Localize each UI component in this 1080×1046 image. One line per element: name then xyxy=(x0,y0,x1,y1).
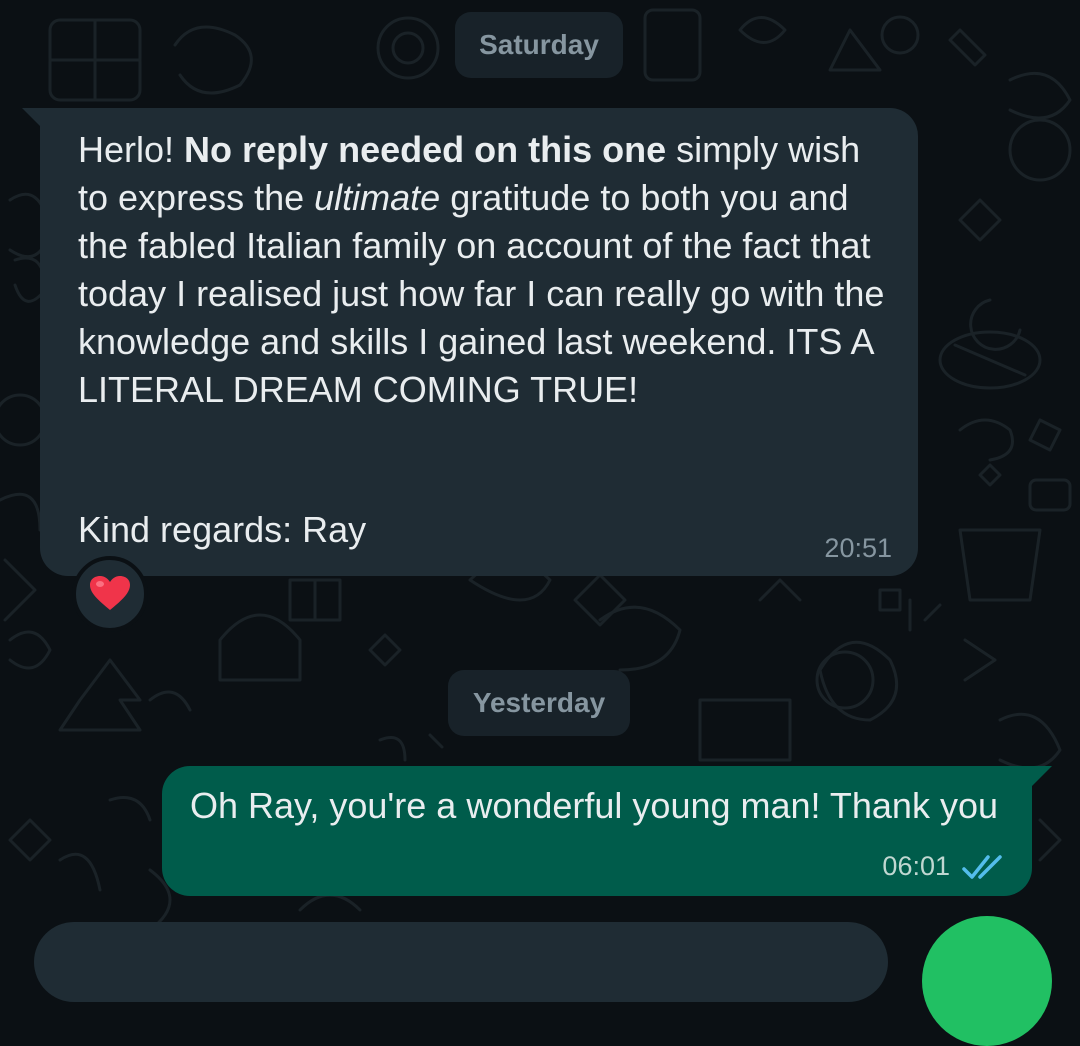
greeting-text: Herlo! xyxy=(78,129,175,170)
bold-phrase: No reply needed on this one xyxy=(184,129,667,170)
incoming-timestamp: 20:51 xyxy=(824,533,892,563)
date-separator-saturday: Saturday xyxy=(455,12,623,78)
outgoing-message-text: Oh Ray, you're a wonderful young man! Th… xyxy=(190,785,998,826)
outgoing-timestamp: 06:01 xyxy=(882,851,950,881)
outgoing-bubble-tail xyxy=(1030,766,1052,788)
outgoing-message-bubble[interactable]: Oh Ray, you're a wonderful young man! Th… xyxy=(162,766,1032,896)
incoming-message-text: Herlo! No reply needed on this one simpl… xyxy=(78,126,898,414)
double-check-read-icon xyxy=(962,855,1002,879)
date-separator-yesterday: Yesterday xyxy=(448,670,630,736)
message-input-bar[interactable] xyxy=(34,922,888,1002)
incoming-message-bubble[interactable]: Herlo! No reply needed on this one simpl… xyxy=(40,108,918,576)
signoff-text: Kind regards: Ray xyxy=(78,509,367,550)
heart-reaction[interactable] xyxy=(72,556,148,632)
red-heart-icon xyxy=(90,576,130,610)
italic-word: ultimate xyxy=(314,177,441,218)
send-voice-button[interactable] xyxy=(922,916,1052,1046)
